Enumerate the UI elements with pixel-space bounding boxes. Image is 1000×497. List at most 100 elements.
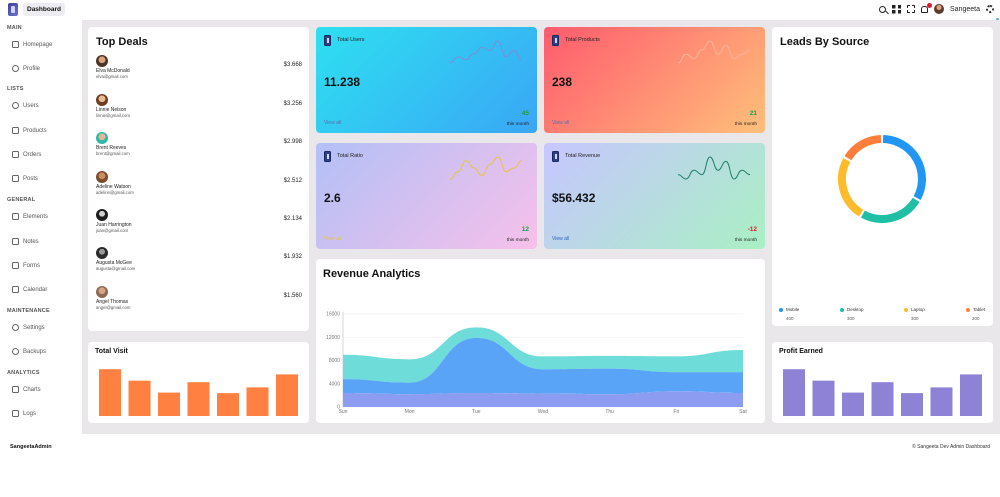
bar (217, 393, 239, 416)
expand-icon[interactable] (907, 5, 916, 13)
sidebar-section-main: MAIN (7, 25, 22, 31)
sidebar-item-backups[interactable]: Backups (12, 348, 46, 355)
stat-value: $56.432 (552, 191, 596, 205)
legend-label: Desktop (847, 307, 864, 312)
total-visit-bar-chart (99, 369, 298, 416)
legend-value: 300 (847, 316, 855, 321)
view-all-link[interactable]: View all (552, 120, 569, 126)
deal-row[interactable]: Augusta McGee augusta@gmail.com $1.932 (96, 247, 302, 277)
avatar (96, 94, 108, 106)
home-icon (12, 41, 19, 48)
deal-email: brent@gmail.com (96, 151, 130, 156)
sidebar-item-charts[interactable]: Charts (12, 386, 41, 393)
sidebar-item-label: Posts (23, 175, 39, 182)
footer-copyright: © Sangeeta Dev Admin Dashboard (912, 444, 990, 450)
x-tick-label: Wed (538, 409, 548, 415)
sidebar-item-settings[interactable]: Settings (12, 324, 45, 331)
deal-email: angel@gmail.com (96, 305, 131, 310)
sidebar-item-label: Elements (23, 213, 49, 220)
y-tick-label: 16000 (326, 312, 340, 318)
sidebar-item-forms[interactable]: Forms (12, 262, 40, 269)
bar (158, 392, 180, 416)
view-all-link[interactable]: View all (552, 236, 569, 242)
deal-amount: $1.560 (283, 293, 302, 299)
legend-item-mobile: Mobile 400 (779, 307, 800, 321)
bar (812, 380, 835, 416)
leads-by-source-card: Leads By Source Mobile 400 Desktop 300 Lap… (772, 27, 993, 326)
donut-slice-tablet[interactable] (844, 135, 882, 161)
stat-percent: 12 (521, 226, 529, 233)
sidebar-item-calendar[interactable]: Calendar (12, 286, 47, 293)
sidebar-item-logs[interactable]: Logs (12, 410, 36, 417)
x-tick-label: Mon (405, 409, 415, 415)
bar (276, 374, 298, 416)
view-all-link[interactable]: View all (324, 236, 341, 242)
users-icon (324, 35, 331, 46)
user-avatar[interactable] (934, 4, 945, 14)
deal-amount: $3.668 (283, 62, 302, 68)
sidebar-item-homepage[interactable]: Homepage (12, 41, 52, 48)
deal-amount: $2.998 (283, 139, 302, 145)
stat-period: this month (506, 238, 529, 243)
sidebar-item-profile[interactable]: Profile (12, 65, 40, 72)
sidebar-item-label: Notes (23, 238, 39, 245)
donut-slice-laptop[interactable] (838, 158, 864, 217)
legend-item-laptop: Laptop 300 (904, 307, 925, 321)
sidebar-item-label: Logs (23, 410, 37, 417)
avatar (96, 171, 108, 183)
deal-row[interactable]: Angel Thomas angel@gmail.com $1.560 (96, 286, 302, 316)
view-all-link[interactable]: View all (324, 120, 341, 126)
trend-sparkline (449, 156, 523, 180)
sidebar-item-label: Settings (23, 324, 45, 331)
trend-sparkline (677, 40, 751, 64)
avatar (96, 286, 108, 298)
sidebar-item-elements[interactable]: Elements (12, 213, 48, 220)
revenue-icon (552, 151, 559, 162)
app-grid-icon[interactable] (892, 4, 902, 14)
search-icon[interactable] (879, 5, 887, 13)
deal-row[interactable]: Brent Reeves brent@gmail.com $2.998 (96, 132, 302, 162)
profit-earned-bar-chart (783, 369, 982, 416)
sidebar-item-label: Calendar (23, 286, 48, 293)
main-content: Top Deals Elva McDonald elva@gmail.com $… (82, 20, 1000, 434)
sidebar-item-label: Profile (23, 65, 41, 72)
bar (901, 393, 923, 416)
avatar (96, 247, 108, 259)
sidebar-item-posts[interactable]: Posts (12, 175, 38, 182)
sidebar-item-users[interactable]: Users (12, 102, 39, 109)
elements-icon (12, 213, 19, 220)
stat-percent: 45 (521, 110, 529, 117)
gear-icon (12, 324, 19, 331)
bell-icon[interactable] (921, 2, 933, 13)
y-tick-label: 12000 (326, 335, 340, 341)
footer: SangeetaAdmin © Sangeeta Dev Admin Dashb… (0, 434, 1000, 497)
donut-slice-desktop[interactable] (861, 197, 920, 223)
sidebar: MAIN Homepage Profile LISTS Users Produc… (0, 20, 82, 434)
cart-icon (12, 127, 19, 134)
deal-row[interactable]: Elva McDonald elva@gmail.com $3.668 (96, 55, 302, 85)
legend-label: Tablet (973, 307, 986, 312)
settings-icon[interactable] (986, 5, 994, 13)
deal-row[interactable]: Juan Harrington juan@gmail.com $2.134 (96, 209, 302, 239)
deal-amount: $2.134 (283, 216, 302, 222)
deal-email: linnie@gmail.com (96, 113, 130, 118)
ratio-icon (324, 151, 331, 162)
logo-icon[interactable] (8, 3, 18, 16)
sidebar-item-label: Users (23, 102, 39, 109)
legend-label: Mobile (786, 307, 800, 312)
forms-icon (12, 262, 19, 269)
stat-title: Total Users (337, 37, 365, 43)
sidebar-item-orders[interactable]: Orders (12, 151, 41, 158)
legend-label: Laptop (911, 307, 925, 312)
sidebar-item-label: Forms (23, 262, 40, 269)
logs-icon (12, 410, 19, 417)
donut-slice-mobile[interactable] (882, 135, 926, 200)
deal-row[interactable]: Adeline Watson adeline@gmail.com $2.512 (96, 171, 302, 201)
sidebar-item-products[interactable]: Products (12, 127, 47, 134)
deal-row[interactable]: Linnie Nelson linnie@gmail.com $3.256 (96, 94, 302, 124)
user-name[interactable]: Sangeeta (950, 6, 980, 13)
sidebar-item-notes[interactable]: Notes (12, 238, 39, 245)
brand-label[interactable]: Dashboard (23, 3, 65, 16)
notes-icon (12, 238, 19, 245)
footer-brand: SangeetaAdmin (10, 444, 52, 450)
